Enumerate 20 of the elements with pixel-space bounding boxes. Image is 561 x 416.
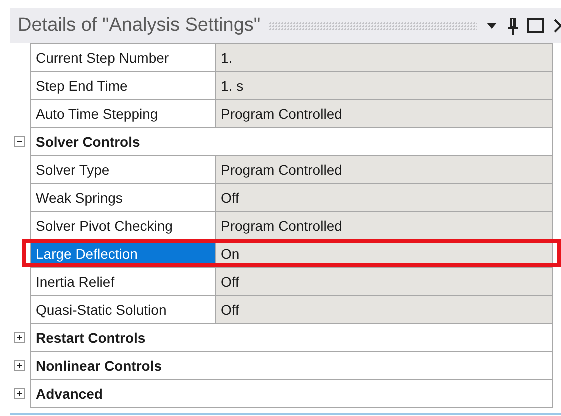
group-header[interactable]: Restart Controls xyxy=(30,323,553,352)
property-value[interactable]: 1. xyxy=(215,43,553,72)
property-value[interactable]: Program Controlled xyxy=(215,99,553,128)
collapse-icon[interactable] xyxy=(14,136,25,146)
group-header[interactable]: Solver Controls xyxy=(30,127,553,156)
panel-title: Details of "Analysis Settings" xyxy=(18,14,261,36)
property-value[interactable]: Program Controlled xyxy=(215,211,553,240)
property-value[interactable]: Program Controlled xyxy=(215,155,553,184)
expand-icon[interactable] xyxy=(14,360,25,370)
property-value[interactable]: 1. s xyxy=(215,71,553,100)
group-header[interactable]: Advanced xyxy=(30,379,553,408)
property-value[interactable]: Off xyxy=(215,295,553,324)
expand-icon[interactable] xyxy=(14,388,25,398)
property-label[interactable]: Current Step Number xyxy=(30,43,216,72)
group-header[interactable]: Nonlinear Controls xyxy=(30,351,553,380)
pin-icon[interactable] xyxy=(507,16,519,34)
maximize-icon[interactable] xyxy=(527,16,545,34)
property-value[interactable]: Off xyxy=(215,267,553,296)
expand-icon[interactable] xyxy=(14,332,25,342)
property-value[interactable]: Off xyxy=(215,183,553,212)
